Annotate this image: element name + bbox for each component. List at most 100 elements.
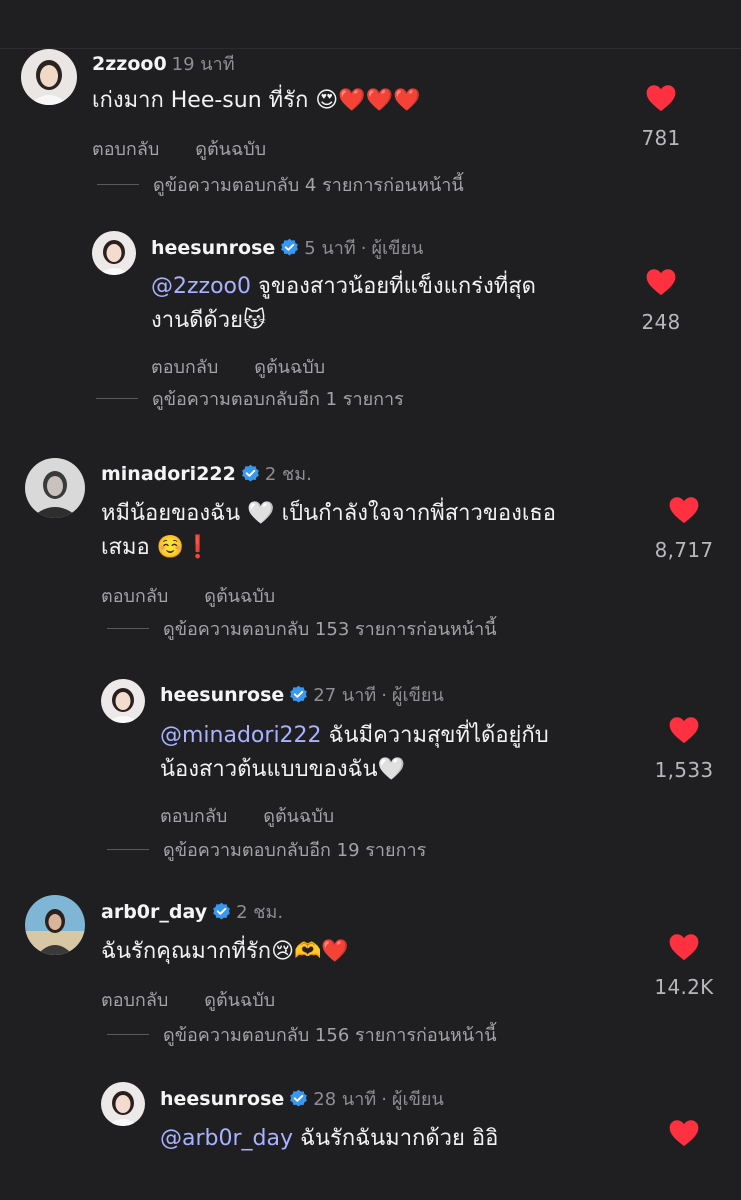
- avatar[interactable]: [101, 1082, 145, 1126]
- mention-link[interactable]: @2zzoo0: [151, 274, 251, 299]
- comment-text: ฉันรักคุณมากที่รัก😢🫶❤️: [101, 935, 349, 969]
- top-divider: [0, 48, 741, 49]
- comment-header: minadori222 2 ชม.: [101, 462, 312, 487]
- profile-photo-icon: [25, 458, 85, 518]
- comment-actions: ตอบกลับ ดูต้นฉบับ: [101, 581, 311, 610]
- comment-header: arb0r_day 2 ชม.: [101, 900, 283, 925]
- like-button[interactable]: 14.2K: [644, 933, 724, 999]
- heart-icon: [646, 269, 676, 296]
- divider-dash: [107, 628, 149, 629]
- verified-badge-icon: [281, 238, 299, 256]
- avatar[interactable]: [25, 895, 85, 955]
- comment-header: heesunrose 28 นาที · ผู้เขียน: [160, 1087, 444, 1112]
- verified-badge-icon: [213, 902, 230, 920]
- see-original-button[interactable]: ดูต้นฉบับ: [254, 357, 325, 378]
- like-button[interactable]: [644, 1119, 724, 1147]
- see-original-button[interactable]: ดูต้นฉบับ: [204, 586, 275, 607]
- comment-text-line: เสมอ: [101, 535, 150, 560]
- verified-badge-icon: [290, 685, 308, 703]
- view-replies-label: ดูข้อความตอบกลับ 156 รายการก่อนหน้านี้: [163, 1025, 497, 1046]
- like-button[interactable]: 248: [621, 268, 701, 334]
- emoji-group: 😍❤️❤️❤️: [315, 88, 421, 113]
- divider-dash: [96, 398, 138, 399]
- author-label: ผู้เขียน: [391, 685, 444, 706]
- comment-header: heesunrose 27 นาที · ผู้เขียน: [160, 683, 444, 708]
- timestamp: 5 นาที: [304, 238, 356, 259]
- profile-photo-icon: [92, 231, 136, 275]
- heart-icon: [669, 934, 699, 961]
- profile-photo-icon: [21, 49, 77, 105]
- view-replies-button[interactable]: ดูข้อความตอบกลับ 153 รายการก่อนหน้านี้: [107, 614, 497, 643]
- view-replies-label: ดูข้อความตอบกลับอีก 1 รายการ: [152, 389, 404, 410]
- comment-text-line: จูของสาวน้อยที่แข็งแกร่งที่สุด: [258, 274, 536, 299]
- divider-dash: [107, 1034, 149, 1035]
- mention-link[interactable]: @arb0r_day: [160, 1126, 293, 1151]
- comment-text: @minadori222 ฉันมีความสุขที่ได้อยู่กับ น…: [160, 719, 549, 787]
- avatar[interactable]: [101, 679, 145, 723]
- separator-dot: ·: [360, 238, 367, 259]
- avatar[interactable]: [25, 458, 85, 518]
- see-original-button[interactable]: ดูต้นฉบับ: [195, 139, 266, 160]
- profile-photo-icon: [101, 679, 145, 723]
- see-original-button[interactable]: ดูต้นฉบับ: [204, 990, 275, 1011]
- username[interactable]: minadori222: [101, 463, 236, 485]
- comment-text-line: น้องสาวต้นแบบของฉัน: [160, 757, 378, 782]
- timestamp: 28 นาที: [313, 1089, 377, 1110]
- username[interactable]: heesunrose: [160, 684, 284, 706]
- username[interactable]: heesunrose: [160, 1088, 284, 1110]
- avatar[interactable]: [21, 49, 77, 105]
- timestamp: 2 ชม.: [236, 902, 284, 923]
- comment-text-line: เก่งมาก Hee-sun ที่รัก: [92, 88, 309, 113]
- view-replies-button[interactable]: ดูข้อความตอบกลับ 4 รายการก่อนหน้านี้: [97, 170, 464, 199]
- reply-button[interactable]: ตอบกลับ: [151, 357, 218, 378]
- comment-header: heesunrose 5 นาที · ผู้เขียน: [151, 236, 423, 261]
- comment-text-line: หมีน้อยของฉัน: [101, 501, 241, 526]
- emoji-group: 🤍: [377, 757, 405, 782]
- reply-button[interactable]: ตอบกลับ: [101, 990, 168, 1011]
- comment-text: หมีน้อยของฉัน 🤍 เป็นกำลังใจจากพี่สาวของเ…: [101, 497, 556, 565]
- mention-link[interactable]: @minadori222: [160, 723, 322, 748]
- avatar[interactable]: [92, 231, 136, 275]
- separator-dot: ·: [381, 685, 387, 706]
- like-count: 248: [641, 310, 681, 334]
- verified-badge-icon: [241, 464, 259, 482]
- username[interactable]: 2zzoo0: [92, 53, 167, 75]
- divider-dash: [107, 849, 149, 850]
- like-button[interactable]: 1,533: [644, 716, 724, 782]
- timestamp: 27 นาที: [313, 685, 377, 706]
- username[interactable]: arb0r_day: [101, 901, 207, 923]
- emoji-group: 😽: [242, 308, 266, 333]
- author-label: ผู้เขียน: [391, 1089, 444, 1110]
- like-count: 1,533: [654, 758, 714, 782]
- view-replies-button[interactable]: ดูข้อความตอบกลับอีก 1 รายการ: [96, 384, 404, 413]
- heart-icon: [669, 1120, 699, 1147]
- comment-text-line: ฉันรักคุณมากที่รัก: [101, 939, 272, 964]
- comment-text: @2zzoo0 จูของสาวน้อยที่แข็งแกร่งที่สุด ง…: [151, 270, 536, 338]
- reply-button[interactable]: ตอบกลับ: [160, 806, 227, 827]
- like-count: 781: [641, 126, 681, 150]
- reply-button[interactable]: ตอบกลับ: [101, 586, 168, 607]
- comment-actions: ตอบกลับ ดูต้นฉบับ: [101, 985, 311, 1014]
- comment-text-line: งานดีด้วย: [151, 308, 243, 333]
- reply-button[interactable]: ตอบกลับ: [92, 139, 159, 160]
- verified-badge-icon: [290, 1089, 308, 1107]
- view-replies-button[interactable]: ดูข้อความตอบกลับอีก 19 รายการ: [107, 835, 426, 864]
- emoji-group: 😢🫶❤️: [271, 939, 349, 964]
- like-button[interactable]: 8,717: [644, 496, 724, 562]
- comment-text: @arb0r_day ฉันรักฉันมากด้วย อิอิ: [160, 1122, 498, 1156]
- username[interactable]: heesunrose: [151, 237, 275, 259]
- divider-dash: [97, 184, 139, 185]
- heart-icon: [646, 85, 676, 112]
- comment-actions: ตอบกลับ ดูต้นฉบับ: [160, 801, 370, 830]
- separator-dot: ·: [381, 1089, 387, 1110]
- view-replies-button[interactable]: ดูข้อความตอบกลับ 156 รายการก่อนหน้านี้: [107, 1020, 497, 1049]
- view-replies-label: ดูข้อความตอบกลับ 153 รายการก่อนหน้านี้: [163, 619, 497, 640]
- emoji-group: ☺️❗: [156, 535, 212, 560]
- comment-text: เก่งมาก Hee-sun ที่รัก 😍❤️❤️❤️: [92, 84, 420, 118]
- profile-photo-icon: [25, 895, 85, 955]
- see-original-button[interactable]: ดูต้นฉบับ: [263, 806, 334, 827]
- like-button[interactable]: 781: [621, 84, 701, 150]
- timestamp: 19 นาที: [171, 54, 235, 75]
- comment-text-line: ฉันมีความสุขที่ได้อยู่กับ: [328, 723, 549, 748]
- profile-photo-icon: [101, 1082, 145, 1126]
